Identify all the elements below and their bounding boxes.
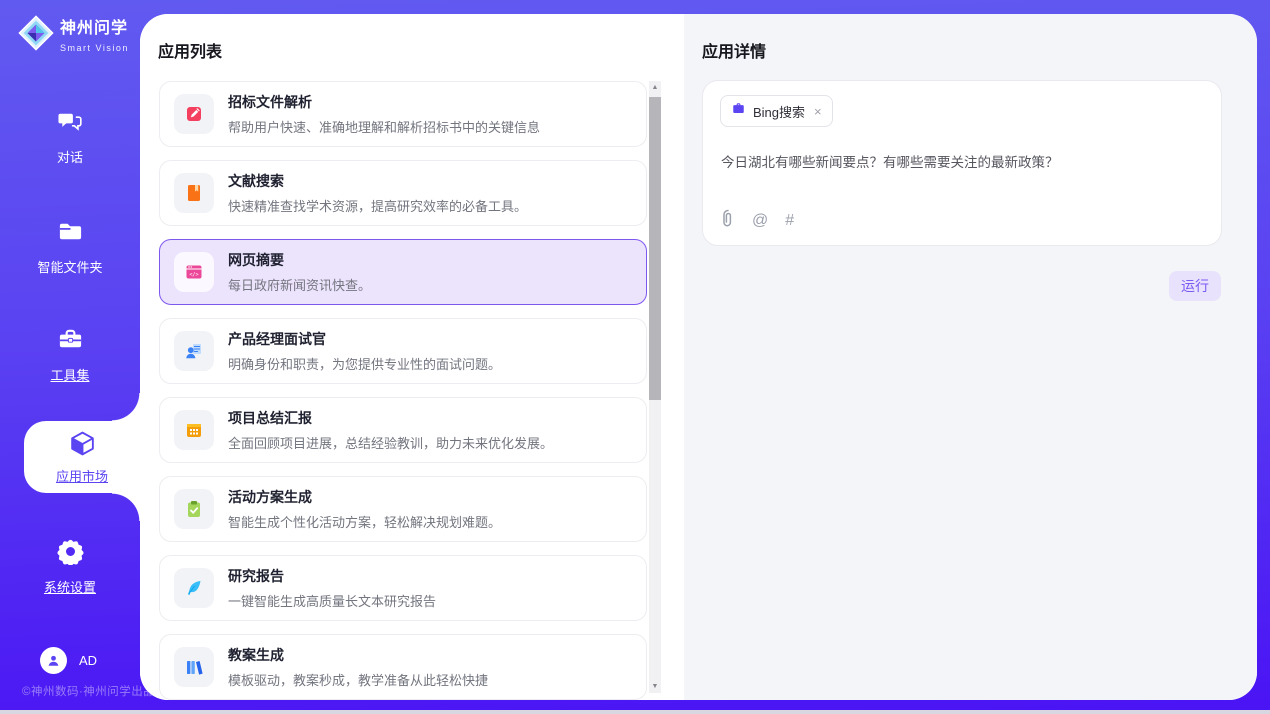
briefcase-icon [731, 101, 746, 121]
app-card-desc: 明确身份和职责，为您提供专业性的面试问题。 [228, 354, 501, 373]
interviewer-icon [174, 331, 214, 371]
close-icon[interactable]: × [812, 104, 822, 119]
scroll-down-arrow-icon[interactable]: ▼ [649, 680, 661, 693]
prompt-card: Bing搜索 × 今日湖北有哪些新闻要点？有哪些需要关注的最新政策？ @ # [702, 80, 1222, 246]
document-edit-icon [174, 94, 214, 134]
app-card-desc: 每日政府新闻资讯快查。 [228, 275, 371, 294]
app-card-title: 活动方案生成 [228, 487, 501, 507]
app-list-title: 应用列表 [158, 38, 222, 62]
app-card-web-summary[interactable]: </> 网页摘要 每日政府新闻资讯快查。 [159, 239, 647, 305]
sidebar-item-label: 智能文件夹 [0, 257, 140, 276]
app-window: 神州问学 Smart Vision 对话 智能文件夹 [0, 0, 1270, 714]
main-content: 应用列表 招标文件解析 帮助用户快速、准确地理解和解析招标书中的关键信息 [140, 14, 1257, 700]
app-detail-panel: 应用详情 Bing搜索 × 今日湖北有哪些新闻要点？有哪些需要关注的最新政策？ [684, 14, 1257, 700]
cube-icon [68, 445, 97, 462]
attachment-toolbar: @ # [721, 209, 794, 233]
calendar-icon [174, 410, 214, 450]
at-icon[interactable]: @ [752, 213, 768, 229]
folder-icon [57, 232, 84, 249]
copyright-footer: ©神州数码·神州问学出品 [22, 683, 155, 699]
svg-text:</>: </> [189, 272, 198, 278]
app-card-title: 研究报告 [228, 566, 436, 586]
toolbox-icon [57, 340, 84, 357]
app-list: 招标文件解析 帮助用户快速、准确地理解和解析招标书中的关键信息 文献搜索 快速精… [159, 81, 647, 700]
app-card-desc: 一键智能生成高质量长文本研究报告 [228, 591, 436, 610]
browser-code-icon: </> [174, 252, 214, 292]
clipboard-check-icon [174, 489, 214, 529]
app-card-title: 网页摘要 [228, 250, 371, 270]
paperclip-icon[interactable] [721, 209, 735, 233]
app-card-desc: 帮助用户快速、准确地理解和解析招标书中的关键信息 [228, 117, 540, 136]
sidebar-item-settings[interactable]: 系统设置 [0, 538, 140, 596]
scroll-up-arrow-icon[interactable]: ▲ [649, 81, 661, 94]
app-card-literature-search[interactable]: 文献搜索 快速精准查找学术资源，提高研究效率的必备工具。 [159, 160, 647, 226]
app-card-title: 文献搜索 [228, 171, 527, 191]
scrollbar-thumb[interactable] [649, 97, 661, 400]
app-card-lesson-plan[interactable]: 教案生成 模板驱动，教案秒成，教学准备从此轻松快捷 [159, 634, 647, 700]
app-card-event-plan[interactable]: 活动方案生成 智能生成个性化活动方案，轻松解决规划难题。 [159, 476, 647, 542]
app-card-title: 项目总结汇报 [228, 408, 553, 428]
books-icon [174, 647, 214, 687]
app-card-desc: 全面回顾项目进展，总结经验教训，助力未来优化发展。 [228, 433, 553, 452]
app-card-pm-interviewer[interactable]: 产品经理面试官 明确身份和职责，为您提供专业性的面试问题。 [159, 318, 647, 384]
app-logo: 神州问学 Smart Vision [18, 14, 140, 56]
query-text[interactable]: 今日湖北有哪些新闻要点？有哪些需要关注的最新政策？ [721, 151, 1203, 171]
user-name: AD [79, 653, 97, 668]
sidebar-item-label: 工具集 [0, 365, 140, 384]
app-card-desc: 模板驱动，教案秒成，教学准备从此轻松快捷 [228, 670, 488, 689]
app-card-desc: 快速精准查找学术资源，提高研究效率的必备工具。 [228, 196, 527, 215]
hash-icon[interactable]: # [785, 213, 794, 229]
app-card-title: 产品经理面试官 [228, 329, 501, 349]
app-card-bid-parse[interactable]: 招标文件解析 帮助用户快速、准确地理解和解析招标书中的关键信息 [159, 81, 647, 147]
user-account[interactable]: AD [40, 647, 97, 674]
gem-logo-icon [18, 15, 54, 56]
sidebar-item-smart-folder[interactable]: 智能文件夹 [0, 218, 140, 276]
app-card-title: 招标文件解析 [228, 92, 540, 112]
quill-icon [174, 568, 214, 608]
sidebar-item-label: 对话 [0, 147, 140, 166]
tool-chip-label: Bing搜索 [753, 102, 805, 121]
chat-icon [57, 122, 84, 139]
logo-subtitle: Smart Vision [60, 43, 129, 53]
avatar [40, 647, 67, 674]
logo-title: 神州问学 [60, 20, 128, 37]
gear-icon [57, 552, 84, 569]
bottom-edge-strip [0, 710, 1270, 714]
app-card-project-summary[interactable]: 项目总结汇报 全面回顾项目进展，总结经验教训，助力未来优化发展。 [159, 397, 647, 463]
sidebar-item-label: 应用市场 [24, 466, 140, 485]
book-icon [174, 173, 214, 213]
sidebar-item-app-market[interactable]: 应用市场 [24, 421, 140, 493]
sidebar-item-label: 系统设置 [0, 577, 140, 596]
list-scrollbar[interactable]: ▲ ▼ [649, 81, 661, 693]
tool-chip-bing-search[interactable]: Bing搜索 × [720, 95, 833, 127]
sidebar-item-chat[interactable]: 对话 [0, 108, 140, 166]
app-detail-title: 应用详情 [702, 38, 766, 62]
app-card-title: 教案生成 [228, 645, 488, 665]
sidebar-item-toolset[interactable]: 工具集 [0, 326, 140, 384]
app-card-research-report[interactable]: 研究报告 一键智能生成高质量长文本研究报告 [159, 555, 647, 621]
run-button[interactable]: 运行 [1169, 271, 1221, 301]
app-card-desc: 智能生成个性化活动方案，轻松解决规划难题。 [228, 512, 501, 531]
app-list-panel: 应用列表 招标文件解析 帮助用户快速、准确地理解和解析招标书中的关键信息 [140, 14, 684, 700]
sidebar: 神州问学 Smart Vision 对话 智能文件夹 [0, 0, 140, 714]
